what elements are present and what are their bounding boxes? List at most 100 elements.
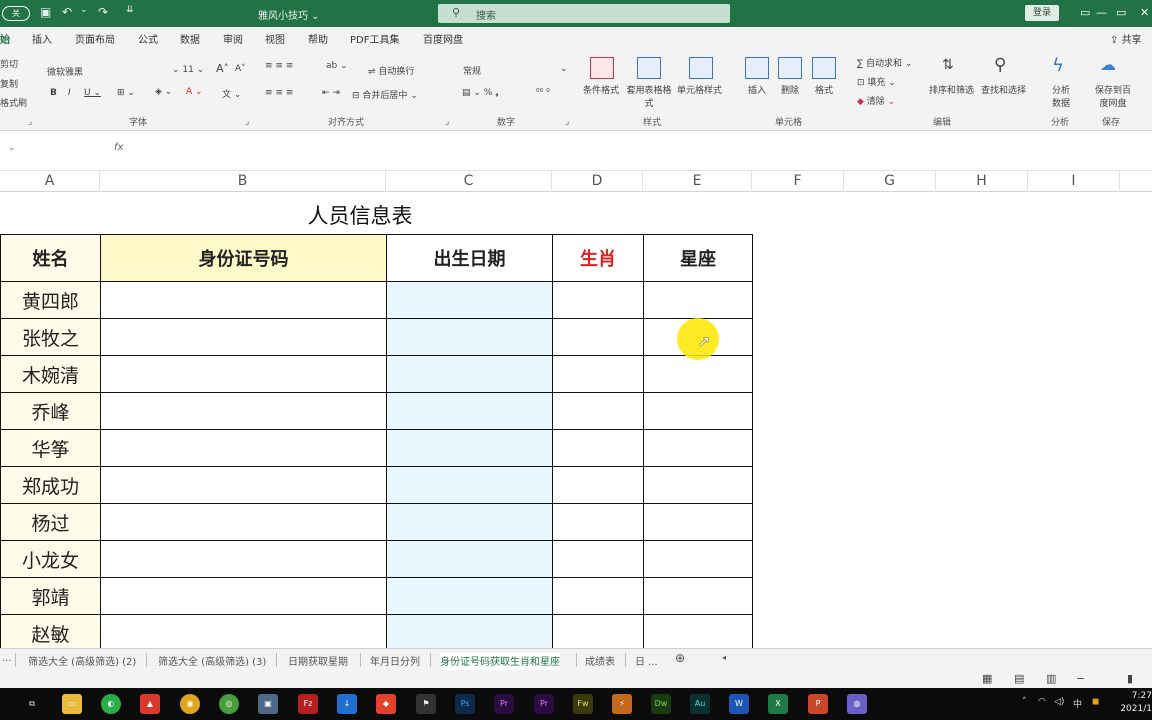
- autosum-button[interactable]: ∑ 自动求和 ⌄: [857, 56, 912, 69]
- sheet-tab[interactable]: 筛选大全 (高级筛选) (2): [28, 653, 136, 668]
- merge-center-button[interactable]: ⊟ 合并后居中 ⌄: [352, 88, 418, 101]
- birth-cell[interactable]: [386, 466, 553, 504]
- birth-cell[interactable]: [386, 577, 553, 615]
- input-method-icon[interactable]: ◼: [1092, 697, 1099, 707]
- save-to-baidu-button[interactable]: 保存到百度网盘: [1092, 83, 1134, 109]
- page-layout-view-icon[interactable]: ▤: [1014, 672, 1024, 685]
- sheet-tab[interactable]: 成绩表: [585, 653, 615, 668]
- border-icon[interactable]: ⊞ ⌄: [117, 88, 135, 98]
- format-as-table-button[interactable]: 套用表格格式: [625, 83, 673, 109]
- tab-pdf-tools[interactable]: PDF工具集: [350, 31, 399, 46]
- photoshop-icon[interactable]: Ps: [455, 694, 475, 714]
- name-box-dropdown-icon[interactable]: ⌄: [8, 143, 16, 153]
- network-icon[interactable]: ◠: [1038, 697, 1046, 707]
- sort-filter-button[interactable]: 排序和筛选: [929, 83, 974, 96]
- birth-cell[interactable]: [386, 318, 553, 356]
- ime-indicator[interactable]: 中: [1073, 697, 1082, 710]
- column-header-a[interactable]: A: [0, 171, 100, 192]
- currency-icon[interactable]: ▤ ⌄ % ❟: [462, 88, 499, 98]
- fill-color-icon[interactable]: ◈ ⌄: [155, 87, 172, 97]
- star-cell[interactable]: [643, 540, 753, 578]
- login-button[interactable]: 登录: [1025, 5, 1059, 21]
- wechat-icon[interactable]: ◐: [101, 694, 121, 714]
- star-cell[interactable]: [643, 281, 753, 319]
- tab-view[interactable]: 视图: [265, 31, 285, 46]
- star-cell[interactable]: [643, 577, 753, 615]
- dreamweaver-icon[interactable]: Dw: [651, 694, 671, 714]
- normal-view-icon[interactable]: ▦: [982, 672, 992, 685]
- header-id-cell[interactable]: 身份证号码: [100, 234, 387, 282]
- star-cell[interactable]: [643, 392, 753, 430]
- zodiac-cell[interactable]: [552, 503, 644, 541]
- find-icon[interactable]: ⚲: [994, 55, 1006, 75]
- chrome-icon[interactable]: ◎: [219, 694, 239, 714]
- conditional-format-icon[interactable]: [590, 57, 614, 79]
- redo-icon[interactable]: ↷: [98, 5, 108, 19]
- insert-cells-icon[interactable]: [745, 57, 769, 79]
- font-name-select[interactable]: 微软雅黑: [47, 65, 83, 78]
- audition-icon[interactable]: Au: [690, 694, 710, 714]
- birth-cell[interactable]: [386, 614, 553, 648]
- zodiac-cell[interactable]: [552, 429, 644, 467]
- name-cell[interactable]: 黄四郎: [0, 281, 101, 319]
- page-break-view-icon[interactable]: ▥: [1046, 672, 1056, 685]
- bold-button[interactable]: B: [50, 88, 57, 98]
- fill-button[interactable]: ⊡ 填充 ⌄: [857, 75, 896, 88]
- premiere-icon[interactable]: Pr: [534, 694, 554, 714]
- app-icon[interactable]: ▲: [140, 694, 160, 714]
- share-button[interactable]: ⇪ 共享: [1110, 31, 1142, 46]
- fx-icon[interactable]: fx: [114, 142, 123, 153]
- birth-cell[interactable]: [386, 392, 553, 430]
- add-sheet-icon[interactable]: ⊕: [675, 651, 685, 665]
- sheet-title-cell[interactable]: 人员信息表: [260, 200, 460, 230]
- id-cell[interactable]: [100, 318, 387, 356]
- id-cell[interactable]: [100, 503, 387, 541]
- format-as-table-icon[interactable]: [637, 57, 661, 79]
- birth-cell[interactable]: [386, 355, 553, 393]
- sheet-scroll-icon[interactable]: ◂: [722, 653, 726, 662]
- excel-icon[interactable]: X: [768, 694, 788, 714]
- sheet-tab[interactable]: 日 ...: [635, 653, 658, 668]
- maps-icon[interactable]: ⚑: [416, 694, 436, 714]
- indent-icon[interactable]: ⇤ ⇥: [322, 88, 340, 98]
- birth-cell[interactable]: [386, 429, 553, 467]
- id-cell[interactable]: [100, 466, 387, 504]
- underline-button[interactable]: U ⌄: [84, 88, 101, 98]
- premiere-icon[interactable]: Pr: [494, 694, 514, 714]
- zodiac-cell[interactable]: [552, 466, 644, 504]
- search-box[interactable]: ⚲ 搜索: [438, 4, 730, 23]
- word-icon[interactable]: W: [729, 694, 749, 714]
- zodiac-cell[interactable]: [552, 355, 644, 393]
- ribbon-display-icon[interactable]: ▭: [1080, 6, 1090, 19]
- star-cell[interactable]: [643, 429, 753, 467]
- wrap-text-button[interactable]: ⇌ 自动换行: [368, 64, 414, 77]
- header-name-cell[interactable]: 姓名: [0, 234, 101, 282]
- id-cell[interactable]: [100, 577, 387, 615]
- zodiac-cell[interactable]: [552, 392, 644, 430]
- tab-baidu-netdisk[interactable]: 百度网盘: [423, 31, 463, 46]
- copy-button[interactable]: 复制: [0, 77, 18, 90]
- column-header-e[interactable]: E: [643, 171, 752, 192]
- fireworks-icon[interactable]: Fw: [573, 694, 593, 714]
- zodiac-cell[interactable]: [552, 614, 644, 648]
- number-format-select[interactable]: 常规: [463, 64, 481, 77]
- name-cell[interactable]: 张牧之: [0, 318, 101, 356]
- file-explorer-icon[interactable]: ▭: [62, 694, 82, 714]
- volume-icon[interactable]: ◁): [1054, 697, 1064, 707]
- number-format-dropdown-icon[interactable]: ⌄: [560, 64, 568, 74]
- align-top-icon[interactable]: ≡ ≡ ≡: [265, 61, 293, 71]
- zodiac-cell[interactable]: [552, 281, 644, 319]
- delete-cells-icon[interactable]: [778, 57, 802, 79]
- zoom-out-icon[interactable]: −: [1076, 672, 1085, 685]
- zoom-slider-icon[interactable]: ▮: [1127, 672, 1133, 685]
- alignment-launcher-icon[interactable]: ⌟: [445, 117, 449, 127]
- cut-button[interactable]: 剪切: [0, 57, 18, 70]
- tab-insert[interactable]: 插入: [32, 31, 52, 46]
- insert-cells-button[interactable]: 插入: [748, 83, 766, 96]
- align-left-icon[interactable]: ≡ ≡ ≡: [265, 88, 293, 98]
- font-color-icon[interactable]: A ⌄: [186, 87, 203, 97]
- sheet-tab-overflow[interactable]: ...: [2, 653, 12, 664]
- zodiac-cell[interactable]: [552, 577, 644, 615]
- sheet-tab[interactable]: 筛选大全 (高级筛选) (3): [158, 653, 266, 668]
- id-cell[interactable]: [100, 355, 387, 393]
